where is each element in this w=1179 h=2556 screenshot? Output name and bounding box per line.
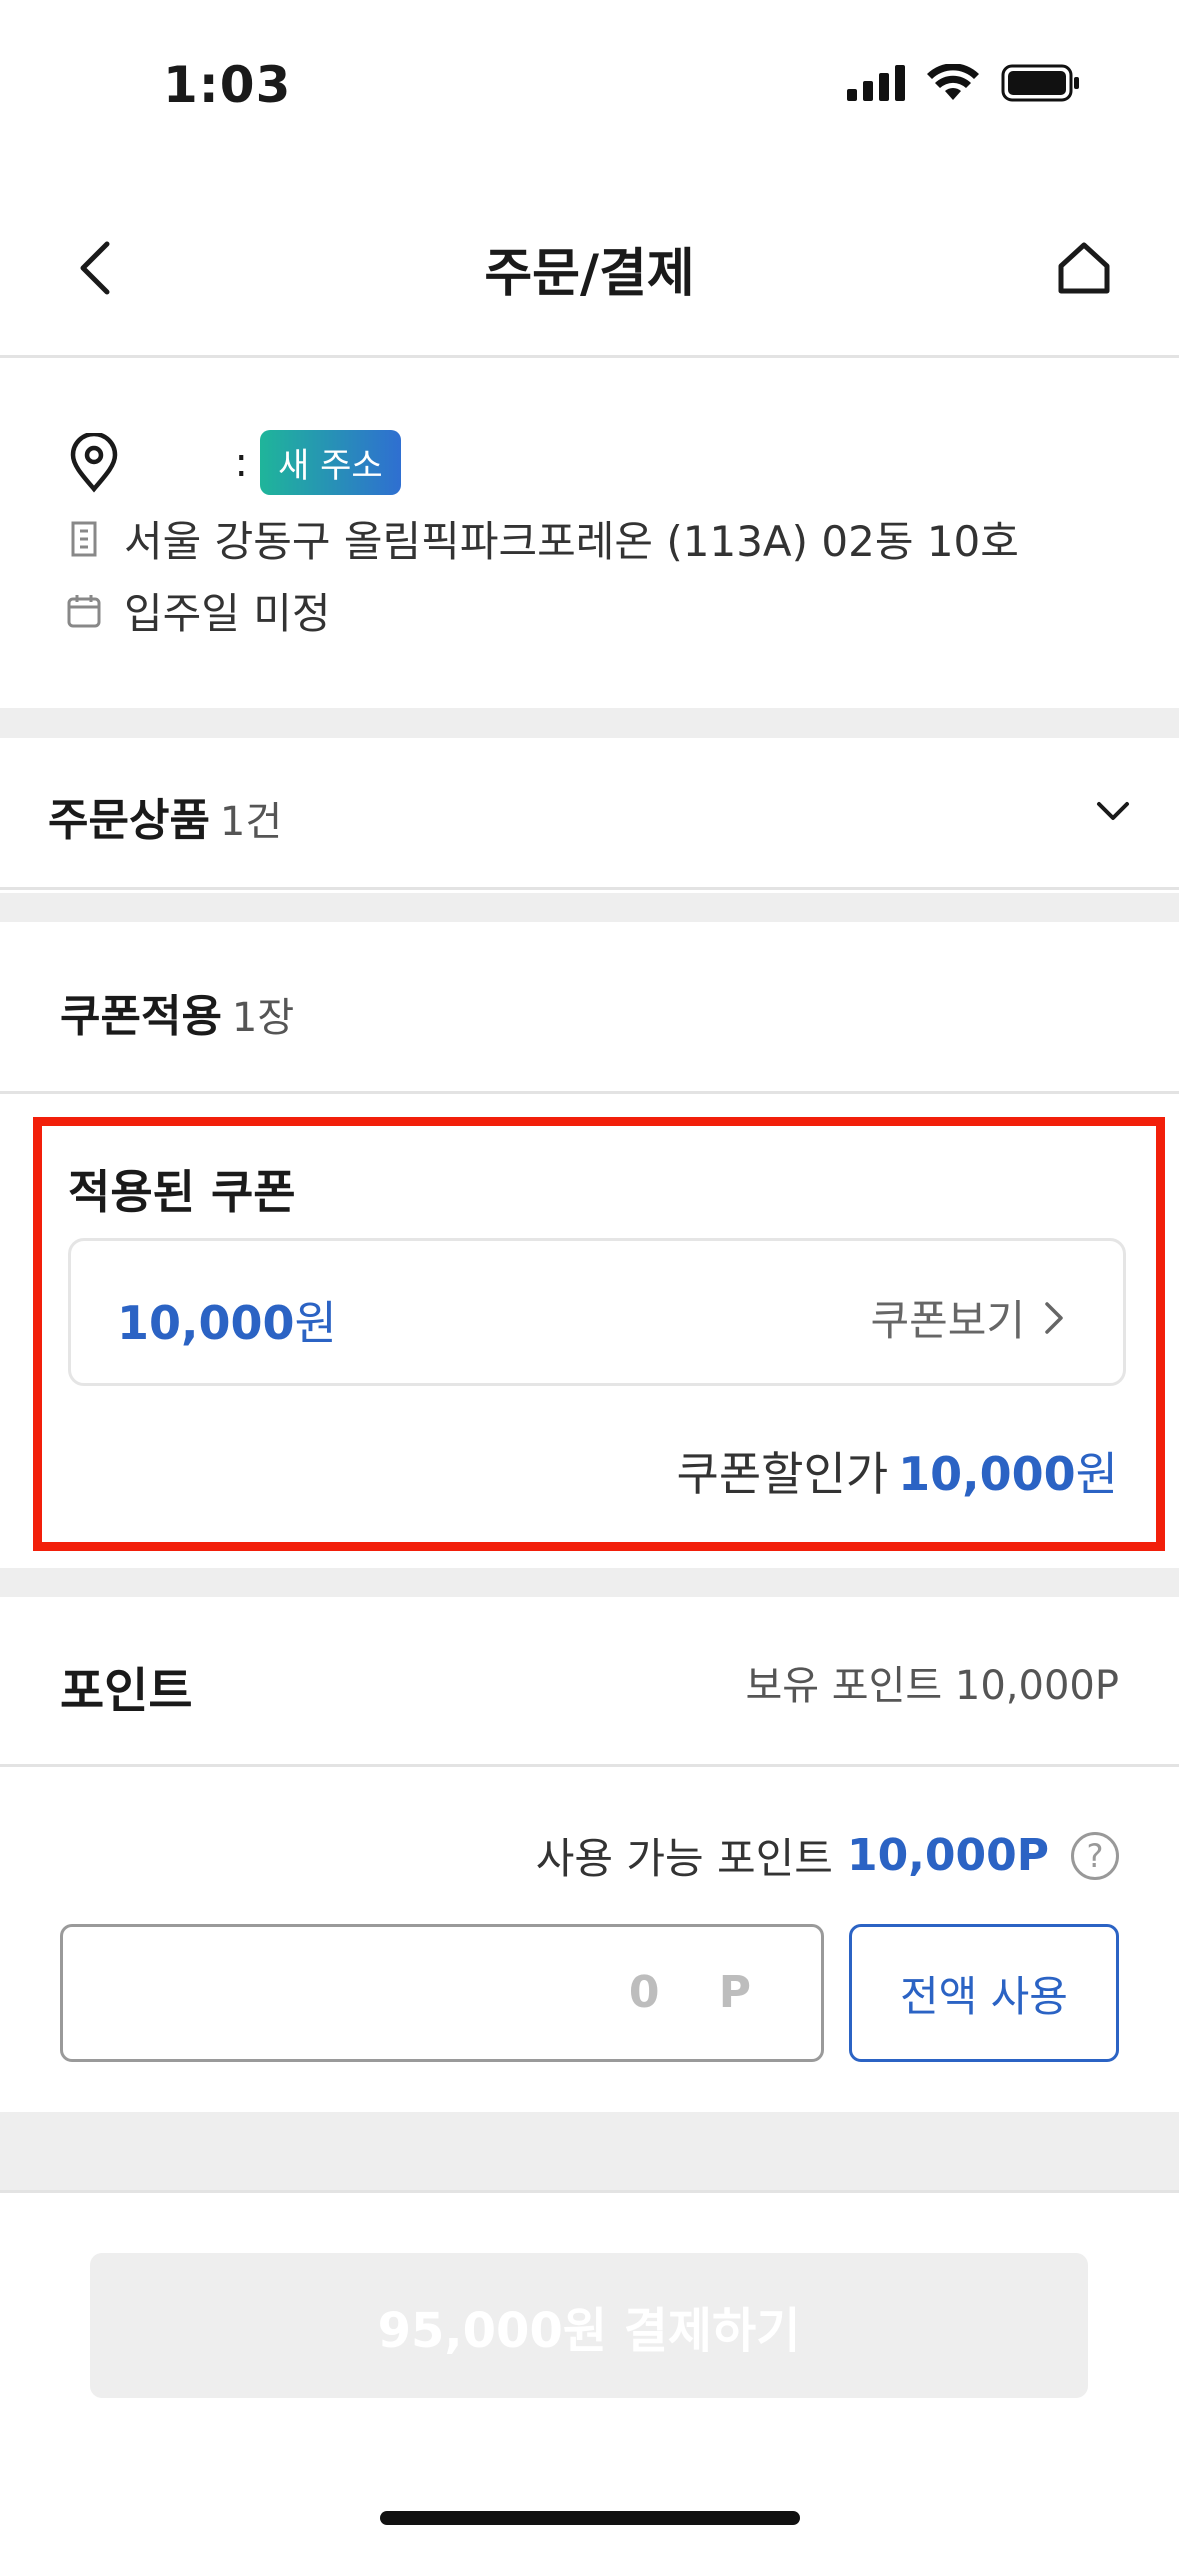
points-section-body: 사용 가능 포인트 10,000P ? 0 P 전액 사용 bbox=[0, 1767, 1179, 2112]
pay-button[interactable]: 95,000원 결제하기 bbox=[90, 2253, 1088, 2398]
coupon-amount: 10,000원 bbox=[117, 1287, 337, 1353]
available-points-row: 사용 가능 포인트 10,000P ? bbox=[536, 1825, 1119, 1886]
coupon-section-header: 쿠폰적용 1장 bbox=[0, 922, 1179, 1094]
order-products-title: 주문상품 bbox=[48, 795, 210, 846]
help-icon[interactable]: ? bbox=[1071, 1831, 1119, 1880]
battery-icon bbox=[1001, 64, 1079, 102]
coupon-discount-unit: 원 bbox=[1075, 1447, 1118, 1501]
navigation-bar: 주문/결제 bbox=[0, 175, 1179, 358]
applied-coupon-title: 적용된 쿠폰 bbox=[68, 1165, 296, 1219]
move-in-row: 입주일 미정 bbox=[64, 580, 331, 641]
coupon-count: 1장 bbox=[231, 995, 295, 1041]
chevron-down-icon[interactable] bbox=[1095, 790, 1131, 830]
section-divider bbox=[0, 708, 1179, 738]
status-bar: 1:03 bbox=[0, 0, 1179, 175]
applied-coupon-section: 적용된 쿠폰 10,000원 쿠폰보기 쿠폰할인가 10,000원 bbox=[33, 1117, 1165, 1551]
coupon-title: 쿠폰적용 bbox=[60, 991, 222, 1042]
status-icons bbox=[847, 64, 1081, 102]
home-icon bbox=[1058, 242, 1110, 294]
section-divider bbox=[0, 893, 1179, 922]
home-indicator bbox=[380, 2511, 800, 2525]
address-header: : 새 주소 bbox=[68, 430, 401, 495]
recipient-name: : bbox=[234, 439, 248, 486]
available-points-value: 10,000P bbox=[846, 1830, 1049, 1881]
view-coupons-label: 쿠폰보기 bbox=[870, 1296, 1025, 1345]
section-divider bbox=[0, 2112, 1179, 2190]
order-products-section[interactable]: 주문상품 1건 bbox=[0, 738, 1179, 890]
bottom-pay-bar: 95,000원 결제하기 bbox=[0, 2190, 1179, 2556]
address-line-row: 서울 강동구 올림픽파크포레온 (113A) 02동 10호 bbox=[64, 508, 1019, 569]
points-title: 포인트 bbox=[60, 1663, 193, 1719]
order-products-count: 1건 bbox=[219, 799, 283, 845]
coupon-discount-label: 쿠폰할인가 bbox=[676, 1447, 889, 1501]
use-all-points-button[interactable]: 전액 사용 bbox=[849, 1924, 1119, 2062]
view-coupons-button[interactable]: 쿠폰보기 bbox=[870, 1287, 1065, 1348]
coupon-label: 쿠폰적용 1장 bbox=[60, 980, 294, 1044]
order-products-label: 주문상품 1건 bbox=[48, 784, 282, 848]
applied-coupon-card[interactable]: 10,000원 쿠폰보기 bbox=[68, 1238, 1126, 1386]
location-pin-icon bbox=[70, 432, 118, 492]
home-button[interactable] bbox=[1049, 233, 1119, 303]
chevron-right-icon bbox=[1045, 1301, 1063, 1334]
points-input[interactable]: 0 P bbox=[60, 1924, 824, 2062]
coupon-discount-value: 10,000 bbox=[898, 1447, 1076, 1501]
calendar-icon bbox=[64, 594, 104, 628]
building-icon bbox=[64, 521, 104, 557]
delivery-address-section: : 새 주소 서울 강동구 올림픽파크포레온 (113A) 02동 10호 입주… bbox=[0, 358, 1179, 708]
section-divider bbox=[0, 1568, 1179, 1597]
wifi-icon bbox=[927, 64, 979, 100]
points-section-header: 포인트 보유 포인트 10,000P bbox=[0, 1597, 1179, 1767]
coupon-amount-value: 10,000 bbox=[117, 1296, 295, 1350]
page-title: 주문/결제 bbox=[484, 244, 695, 304]
address-line: 서울 강동구 올림픽파크포레온 (113A) 02동 10호 bbox=[124, 517, 1019, 566]
move-in-date: 입주일 미정 bbox=[124, 589, 331, 638]
available-points-label: 사용 가능 포인트 bbox=[535, 1834, 833, 1883]
coupon-discount-row: 쿠폰할인가 10,000원 bbox=[677, 1438, 1118, 1504]
cellular-signal-icon bbox=[847, 65, 905, 101]
owned-points: 보유 포인트 10,000P bbox=[745, 1663, 1119, 1709]
coupon-amount-unit: 원 bbox=[294, 1296, 337, 1350]
new-address-badge: 새 주소 bbox=[260, 430, 401, 495]
status-time: 1:03 bbox=[163, 56, 292, 114]
